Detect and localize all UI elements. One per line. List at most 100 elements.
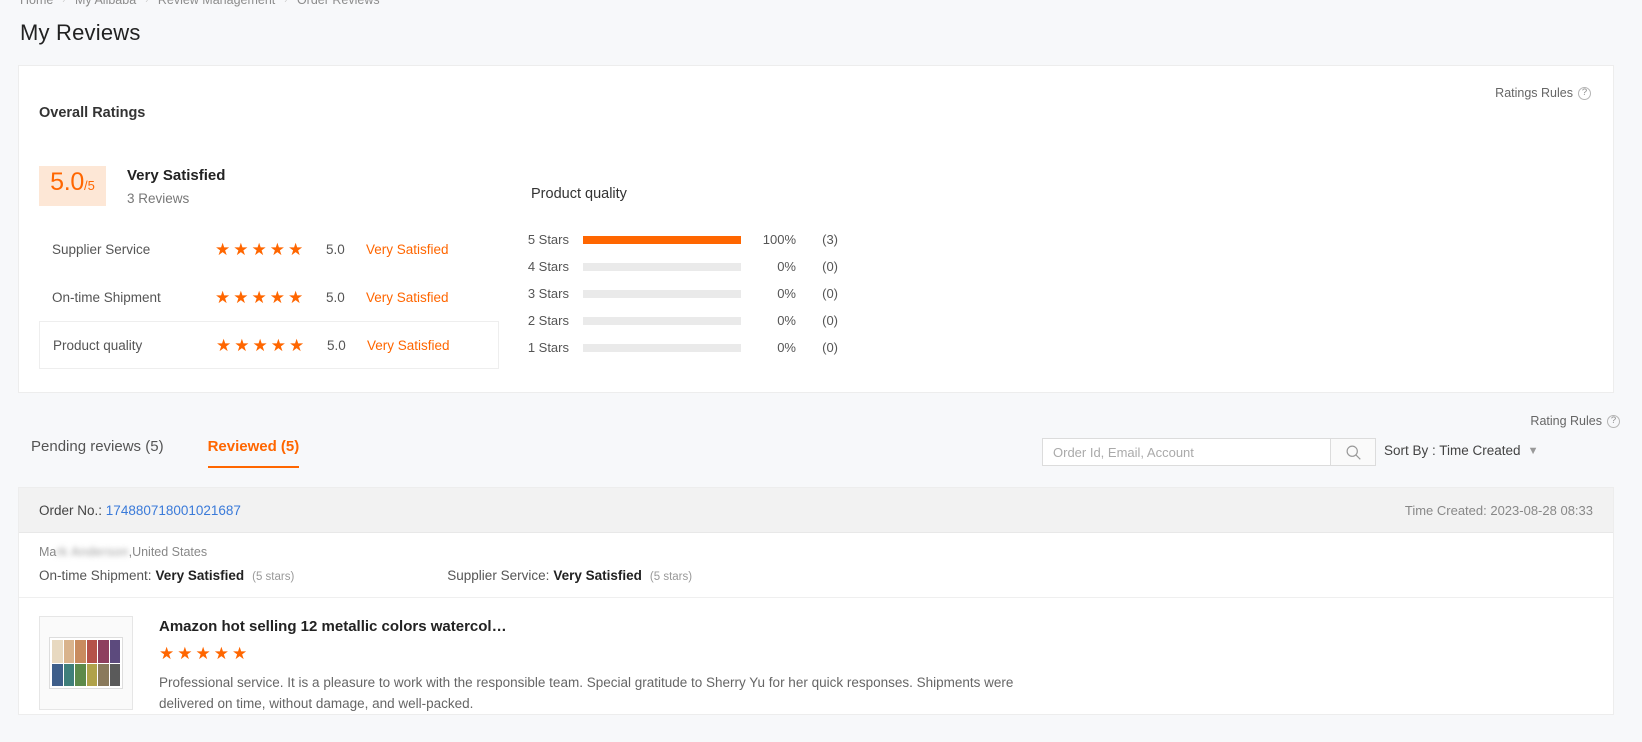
product-thumbnail[interactable] bbox=[39, 616, 133, 710]
bar-count-label: (0) bbox=[822, 259, 838, 274]
swatch bbox=[86, 640, 97, 663]
star-icon: ★ bbox=[251, 287, 267, 307]
tab-pending-reviews[interactable]: Pending reviews (5) bbox=[31, 438, 164, 468]
swatch bbox=[98, 640, 109, 663]
bar-row: 2 Stars 0% (0) bbox=[513, 307, 838, 334]
supplier-service-value: Very Satisfied bbox=[553, 568, 642, 583]
bar-category-label: 3 Stars bbox=[527, 286, 569, 301]
star-icon: ★ bbox=[232, 644, 248, 663]
order-header: Order No.: 174880718001021687 Time Creat… bbox=[19, 488, 1613, 533]
ratings-rules-label: Ratings Rules bbox=[1495, 86, 1573, 100]
swatch bbox=[109, 663, 120, 686]
supplier-service-label: Supplier Service: bbox=[447, 568, 550, 583]
product-review-block: Amazon hot selling 12 metallic colors wa… bbox=[19, 597, 1613, 714]
sort-by-dropdown[interactable]: Sort By : Time Created ▼ bbox=[1384, 443, 1538, 458]
bar-percent-label: 0% bbox=[777, 340, 796, 355]
chevron-down-icon: ▼ bbox=[1527, 444, 1539, 457]
product-details: Amazon hot selling 12 metallic colors wa… bbox=[159, 616, 1059, 714]
buyer-name-masked: rk Anderson bbox=[56, 545, 129, 559]
sort-by-label: Sort By : Time Created bbox=[1384, 443, 1521, 458]
review-count: 3 Reviews bbox=[127, 191, 190, 206]
star-icon: ★ bbox=[213, 644, 229, 663]
star-rating: ★ ★ ★ ★ ★ bbox=[216, 337, 313, 354]
review-order-card: Order No.: 174880718001021687 Time Creat… bbox=[18, 487, 1614, 715]
swatch bbox=[75, 663, 86, 686]
metric-row-supplier-service: Supplier Service ★ ★ ★ ★ ★ 5.0 Very Sati… bbox=[39, 225, 499, 273]
score-denominator: /5 bbox=[84, 178, 95, 193]
swatch bbox=[86, 663, 97, 686]
star-icon: ★ bbox=[269, 239, 285, 259]
rating-rules-link[interactable]: Rating Rules ? bbox=[1530, 414, 1620, 428]
on-time-shipment-label: On-time Shipment: bbox=[39, 568, 152, 583]
breadcrumb-item-my-alibaba[interactable]: My Alibaba bbox=[75, 0, 136, 7]
bar-track bbox=[583, 343, 741, 352]
on-time-shipment-stars: (5 stars) bbox=[252, 571, 295, 583]
product-quality-distribution-chart: Product quality 5 Stars 100% (3) 4 Stars 0% (… bbox=[513, 186, 838, 361]
order-number-link[interactable]: 174880718001021687 bbox=[106, 503, 241, 518]
product-star-rating: ★ ★ ★ ★ ★ bbox=[159, 645, 1059, 662]
breadcrumb-separator-icon: › bbox=[145, 0, 149, 6]
bar-category-label: 4 Stars bbox=[527, 259, 569, 274]
swatch bbox=[52, 663, 63, 686]
supplier-service-rating: Supplier Service: Very Satisfied (5 star… bbox=[447, 568, 692, 583]
score-badge: 5.0 /5 bbox=[39, 166, 106, 206]
star-icon: ★ bbox=[216, 335, 232, 355]
breadcrumb-item-order-reviews[interactable]: Order Reviews bbox=[297, 0, 380, 7]
search-bar bbox=[1042, 438, 1376, 466]
star-icon: ★ bbox=[215, 239, 231, 259]
bar-category-label: 1 Stars bbox=[527, 340, 569, 355]
bar-count-label: (0) bbox=[822, 313, 838, 328]
overall-score-block: 5.0 /5 Very Satisfied 3 Reviews bbox=[39, 166, 225, 206]
on-time-shipment-rating: On-time Shipment: Very Satisfied (5 star… bbox=[39, 568, 294, 583]
swatch bbox=[63, 663, 74, 686]
buyer-info: Ma rk Anderson ,United States bbox=[39, 545, 1593, 559]
metric-name: Supplier Service bbox=[52, 241, 151, 257]
breadcrumb-separator-icon: › bbox=[62, 0, 66, 6]
metric-score: 5.0 bbox=[326, 241, 345, 257]
score-value: 5.0 bbox=[50, 168, 84, 196]
swatch bbox=[98, 663, 109, 686]
product-title[interactable]: Amazon hot selling 12 metallic colors wa… bbox=[159, 618, 1059, 635]
star-icon: ★ bbox=[289, 335, 305, 355]
star-rating: ★ ★ ★ ★ ★ bbox=[215, 241, 312, 258]
order-time-created: Time Created: 2023-08-28 08:33 bbox=[1404, 502, 1593, 518]
bar-track bbox=[583, 262, 741, 271]
star-icon: ★ bbox=[195, 644, 211, 663]
metric-score: 5.0 bbox=[326, 289, 345, 305]
chart-title: Product quality bbox=[531, 186, 627, 202]
page-title: My Reviews bbox=[20, 20, 141, 45]
metric-name: Product quality bbox=[53, 337, 143, 353]
metric-row-product-quality[interactable]: Product quality ★ ★ ★ ★ ★ 5.0 Very Satis… bbox=[39, 321, 499, 369]
star-icon: ★ bbox=[177, 644, 193, 663]
star-icon: ★ bbox=[269, 287, 285, 307]
score-label: Very Satisfied bbox=[127, 167, 226, 184]
overall-ratings-heading: Overall Ratings bbox=[39, 105, 146, 121]
star-icon: ★ bbox=[252, 335, 268, 355]
watercolor-palette-image bbox=[49, 637, 123, 689]
breadcrumb-item-home[interactable]: Home bbox=[20, 0, 53, 7]
search-button[interactable] bbox=[1330, 438, 1376, 466]
question-mark-icon[interactable]: ? bbox=[1578, 86, 1591, 100]
swatch bbox=[52, 640, 63, 663]
score-summary: Very Satisfied 3 Reviews bbox=[127, 166, 225, 206]
breadcrumb: Home › My Alibaba › Review Management › … bbox=[20, 0, 380, 7]
bar-track bbox=[583, 235, 741, 244]
buyer-country: ,United States bbox=[128, 545, 208, 559]
star-icon: ★ bbox=[251, 239, 267, 259]
question-mark-icon[interactable]: ? bbox=[1607, 414, 1620, 428]
search-input[interactable] bbox=[1042, 438, 1330, 466]
bar-percent-label: 100% bbox=[762, 232, 796, 247]
order-number-label: Order No.: bbox=[39, 502, 103, 518]
metric-word: Very Satisfied bbox=[367, 337, 450, 353]
ratings-rules-link[interactable]: Ratings Rules ? bbox=[1495, 86, 1591, 100]
bar-percent-label: 0% bbox=[777, 286, 796, 301]
on-time-shipment-value: Very Satisfied bbox=[155, 568, 245, 583]
bar-count-label: (0) bbox=[822, 340, 838, 355]
tab-reviewed[interactable]: Reviewed (5) bbox=[207, 438, 300, 468]
bar-row: 3 Stars 0% (0) bbox=[513, 280, 838, 307]
bar-percent-label: 0% bbox=[777, 259, 796, 274]
breadcrumb-item-review-management[interactable]: Review Management bbox=[158, 0, 275, 7]
breadcrumb-separator-icon: › bbox=[284, 0, 288, 6]
review-text: Professional service. It is a pleasure t… bbox=[159, 675, 1014, 711]
metric-row-on-time-shipment: On-time Shipment ★ ★ ★ ★ ★ 5.0 Very Sati… bbox=[39, 273, 499, 321]
